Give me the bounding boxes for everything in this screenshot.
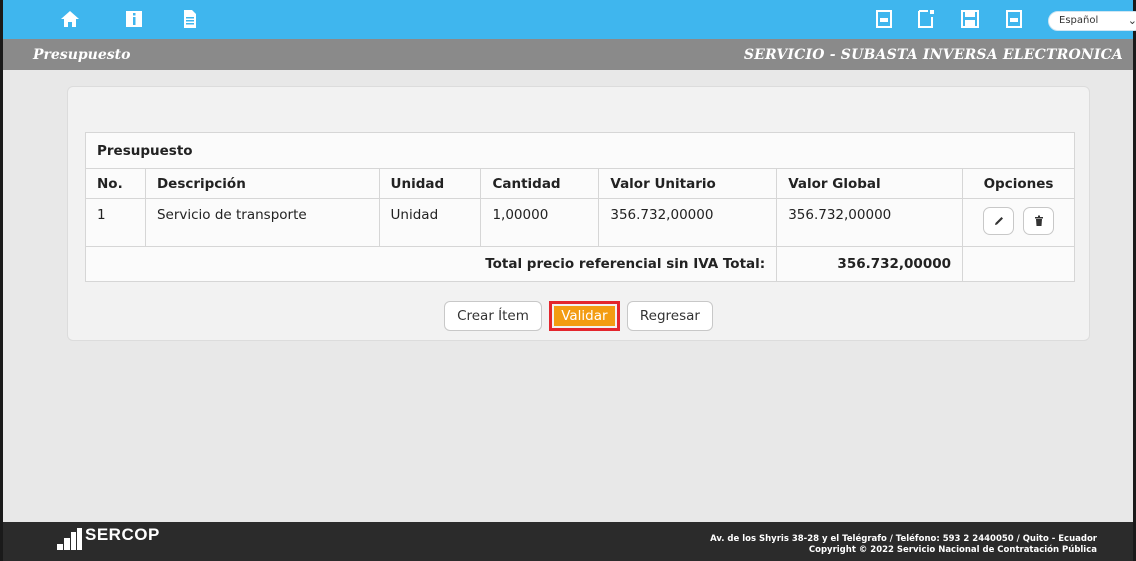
total-row: Total precio referencial sin IVA Total: … [84, 246, 1075, 282]
column-header: Descripción [144, 168, 380, 199]
total-label: Total precio referencial sin IVA Total: [84, 246, 778, 282]
back-button[interactable]: Regresar [626, 301, 713, 331]
top-toolbar: Español ⌄ [3, 0, 1136, 39]
table-row: 1 Servicio de transporte Unidad 1,00000 … [85, 198, 1075, 247]
cell-global-value: 356.732,00000 [776, 198, 964, 247]
budget-panel: Presupuesto No. Descripción Unidad Canti… [67, 86, 1090, 341]
column-header: Valor Unitario [598, 168, 778, 199]
total-empty-cell [962, 246, 1075, 282]
cell-unit-value: 356.732,00000 [598, 198, 778, 247]
trash-icon [1034, 215, 1043, 226]
column-header: Opciones [962, 168, 1075, 199]
module-title: Presupuesto [33, 47, 131, 63]
cell-description: Servicio de transporte [144, 198, 380, 247]
sercop-logo-icon [57, 526, 83, 560]
pencil-icon [995, 217, 1004, 225]
language-select-value: Español [1059, 15, 1099, 26]
home-icon[interactable] [60, 9, 80, 29]
validate-highlight: Validar [549, 301, 620, 331]
cell-quantity: 1,00000 [480, 198, 600, 247]
column-header: Valor Global [776, 168, 964, 199]
pdf-icon[interactable] [874, 9, 894, 29]
pdf-icon[interactable] [1004, 9, 1024, 29]
language-select[interactable]: Español ⌄ [1048, 11, 1136, 31]
table-caption: Presupuesto [85, 132, 1075, 169]
section-header: Presupuesto SERVICIO - SUBASTA INVERSA E… [3, 39, 1133, 70]
edit-button[interactable] [983, 207, 1015, 235]
cell-no: 1 [85, 198, 146, 247]
chevron-down-icon: ⌄ [1127, 14, 1136, 27]
save-icon[interactable] [960, 9, 980, 29]
total-value: 356.732,00000 [776, 246, 964, 282]
delete-button[interactable] [1022, 207, 1054, 235]
footer: SERCOP Av. de los Shyris 38-28 y el Telé… [3, 522, 1133, 561]
cell-options [962, 198, 1075, 247]
footer-info: Av. de los Shyris 38-28 y el Telégrafo /… [710, 534, 1097, 556]
document-icon[interactable] [180, 9, 200, 29]
info-icon[interactable] [124, 9, 144, 29]
budget-table: Presupuesto No. Descripción Unidad Canti… [84, 132, 1075, 282]
table-caption-row: Presupuesto [85, 132, 1075, 169]
create-item-button[interactable]: Crear Ítem [444, 301, 542, 331]
footer-copyright: Copyright © 2022 Servicio Nacional de Co… [808, 545, 1097, 555]
new-document-icon[interactable] [916, 9, 936, 29]
column-header: Cantidad [480, 168, 600, 199]
cell-unit: Unidad [378, 198, 482, 247]
footer-logo-text: SERCOP [85, 525, 160, 544]
action-buttons: Crear Ítem Validar Regresar [68, 301, 1089, 331]
column-header: Unidad [378, 168, 482, 199]
validate-button[interactable]: Validar [554, 306, 615, 326]
process-title: SERVICIO - SUBASTA INVERSA ELECTRONICA [743, 47, 1123, 63]
table-header-row: No. Descripción Unidad Cantidad Valor Un… [85, 168, 1075, 199]
footer-address: Av. de los Shyris 38-28 y el Telégrafo /… [710, 534, 1097, 544]
column-header: No. [85, 168, 146, 199]
